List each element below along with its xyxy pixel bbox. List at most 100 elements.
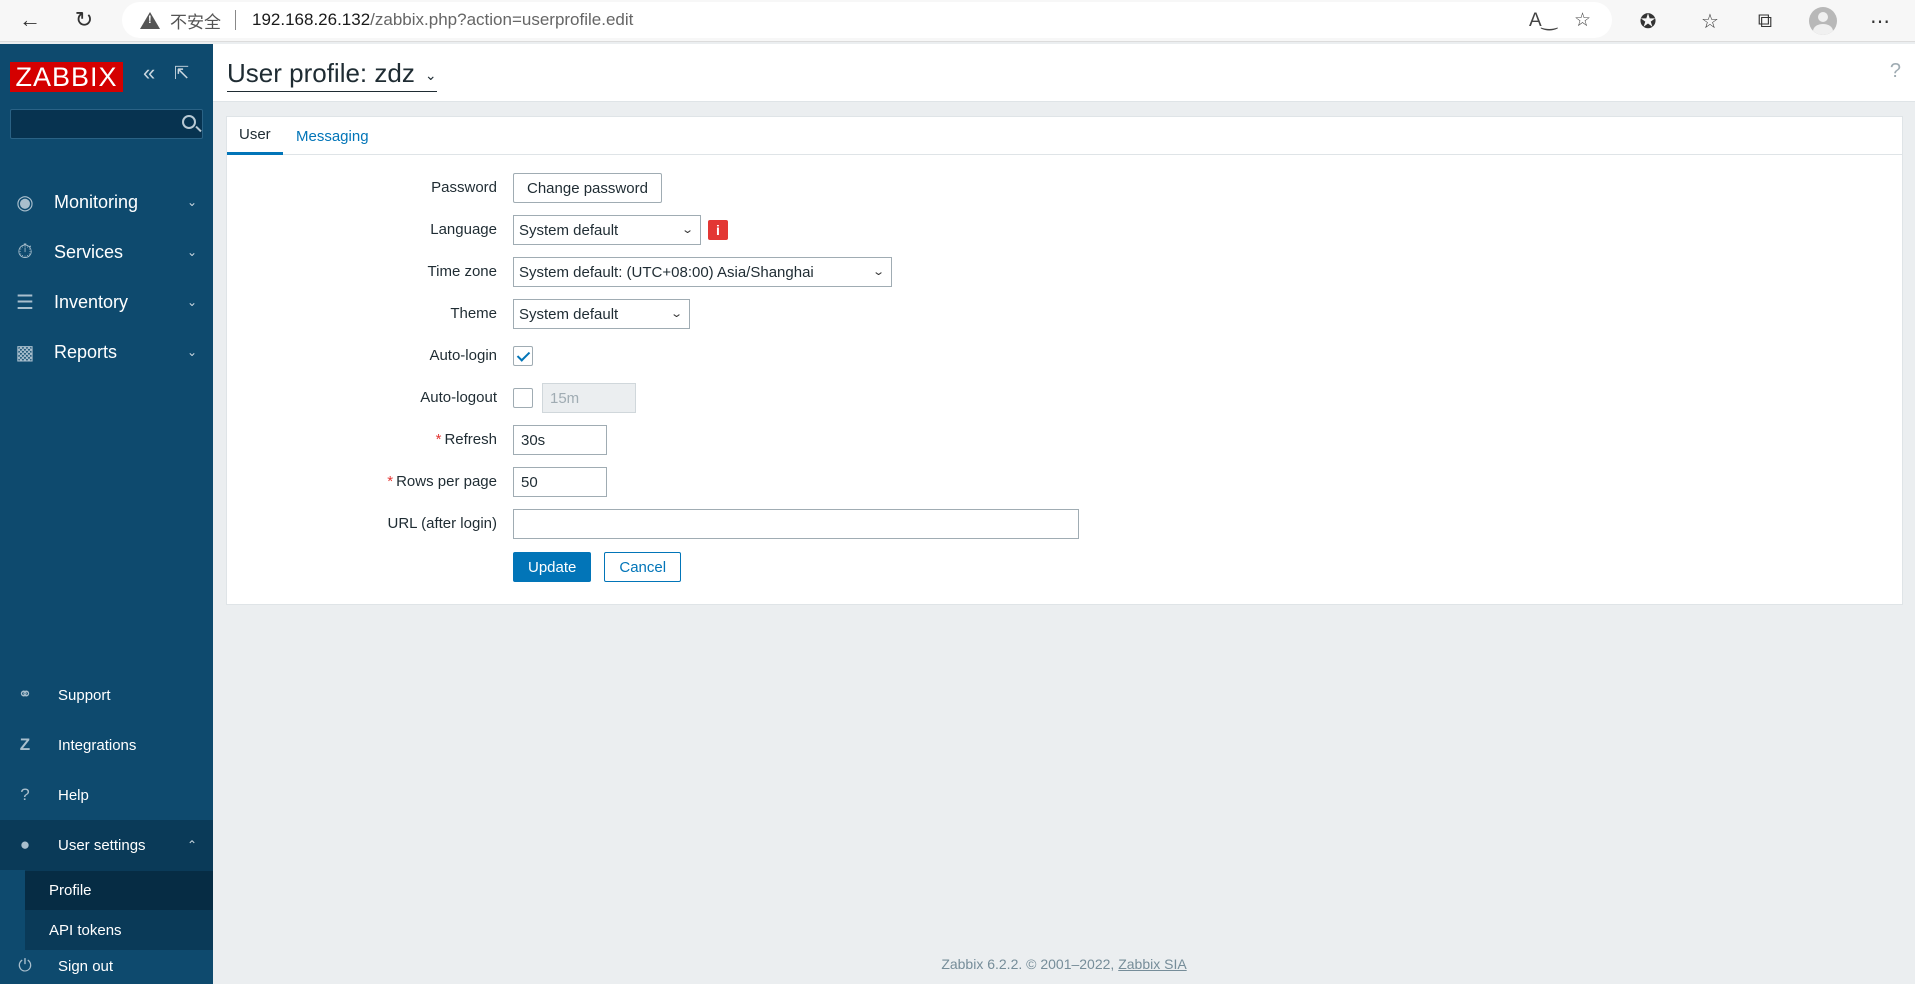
address-separator: [235, 10, 236, 30]
kiosk-mode-icon[interactable]: ⇱: [174, 63, 189, 84]
autologout-row: Auto-logout 15m: [227, 383, 1902, 413]
profile-form-panel: User Messaging Password Change password …: [226, 116, 1903, 605]
sidebar-item-monitoring[interactable]: ◉ Monitoring ⌄: [0, 177, 213, 227]
theme-select-value: System default: [519, 305, 619, 323]
refresh-row: * Refresh 30s: [227, 425, 1902, 455]
refresh-label: * Refresh: [436, 431, 497, 448]
language-select[interactable]: System default ⌄: [513, 215, 701, 245]
dropdown-arrow-icon: ⌄: [871, 266, 885, 278]
sidebar-item-sign-out[interactable]: ⏻ Sign out: [0, 946, 213, 984]
sidebar-item-integrations[interactable]: Z Integrations: [0, 720, 213, 770]
cancel-button[interactable]: Cancel: [604, 552, 682, 582]
question-icon: ?: [20, 785, 30, 804]
sidebar-item-label: Inventory: [54, 291, 129, 312]
language-select-value: System default: [519, 221, 619, 239]
form-actions: Update Cancel: [227, 552, 1902, 582]
sidebar-item-inventory[interactable]: ☰ Inventory ⌄: [0, 277, 213, 327]
help-icon[interactable]: ?: [1890, 60, 1901, 83]
sidebar-item-user-settings[interactable]: ● User settings ⌃: [0, 820, 213, 870]
page-title[interactable]: User profile: zdz ⌄: [227, 58, 437, 92]
autologout-input: 15m: [542, 383, 636, 413]
headset-icon: ⚭: [17, 685, 33, 704]
collections-icon[interactable]: ⧉: [1749, 5, 1781, 37]
user-icon: ●: [19, 835, 31, 854]
sidebar: ZABBIX « ⇱ ◉ Monitoring ⌄ ⏱ Services ⌄ ☰…: [0, 44, 213, 984]
theme-select[interactable]: System default ⌄: [513, 299, 690, 329]
chevron-down-icon: ⌄: [186, 345, 197, 359]
update-button[interactable]: Update: [513, 552, 592, 582]
back-arrow-icon[interactable]: ←: [12, 4, 48, 36]
list-icon: ☰: [16, 291, 34, 314]
favorites-icon[interactable]: ☆: [1694, 5, 1726, 37]
theme-label: Theme: [450, 305, 497, 322]
extensions-icon[interactable]: ✪: [1632, 5, 1664, 37]
sidebar-item-label: Sign out: [58, 957, 114, 975]
info-warning-icon[interactable]: i: [708, 220, 728, 240]
submenu-item-profile[interactable]: Profile: [25, 870, 213, 910]
dropdown-arrow-icon: ⌄: [669, 308, 683, 320]
address-bar[interactable]: 不安全 192.168.26.132 /zabbix.php?action=us…: [122, 2, 1612, 38]
read-aloud-icon[interactable]: A‿: [1529, 9, 1557, 32]
main-content: User profile: zdz ⌄ ? User Messaging Pas…: [213, 44, 1915, 984]
url-label: URL (after login): [387, 515, 497, 532]
rows-per-page-label-text: Rows per page: [396, 473, 497, 490]
refresh-input[interactable]: 30s: [513, 425, 607, 455]
autologin-checkbox[interactable]: [513, 346, 533, 366]
sidebar-item-label: Integrations: [58, 736, 137, 754]
sidebar-item-label: Help: [58, 786, 89, 804]
sidebar-search-input[interactable]: [10, 109, 203, 139]
tab-messaging[interactable]: Messaging: [284, 117, 381, 155]
rows-per-page-input[interactable]: 50: [513, 467, 607, 497]
dropdown-arrow-icon: ⌄: [680, 224, 694, 236]
sidebar-item-help[interactable]: ? Help: [0, 770, 213, 820]
rows-per-page-row: * Rows per page 50: [227, 467, 1902, 497]
tab-bar: User Messaging: [227, 117, 1902, 155]
security-label[interactable]: 不安全: [170, 8, 221, 33]
sidebar-item-label: Support: [58, 686, 111, 704]
change-password-button[interactable]: Change password: [513, 173, 662, 203]
zabbix-z-icon: Z: [19, 735, 31, 754]
language-row: Language System default ⌄ i: [227, 215, 1902, 245]
search-icon[interactable]: [182, 115, 196, 129]
chevron-down-icon: ⌄: [186, 295, 197, 309]
sidebar-item-services[interactable]: ⏱ Services ⌄: [0, 227, 213, 277]
autologin-row: Auto-login: [227, 341, 1902, 371]
url-input[interactable]: [513, 509, 1079, 539]
profile-icon[interactable]: [1807, 5, 1839, 37]
url-row: URL (after login): [227, 509, 1902, 539]
theme-row: Theme System default ⌄: [227, 299, 1902, 329]
sidebar-item-support[interactable]: ⚭ Support: [0, 670, 213, 720]
timezone-select-value: System default: (UTC+08:00) Asia/Shangha…: [519, 263, 814, 281]
autologin-label: Auto-login: [429, 347, 497, 364]
page-title-text: User profile: zdz: [227, 58, 415, 88]
collapse-sidebar-icon[interactable]: «: [143, 60, 155, 86]
footer-link[interactable]: Zabbix SIA: [1118, 956, 1186, 972]
zabbix-logo[interactable]: ZABBIX: [10, 62, 123, 92]
chevron-up-icon: ⌃: [186, 838, 197, 852]
submenu-item-label: API tokens: [49, 921, 122, 939]
footer: Zabbix 6.2.2. © 2001–2022, Zabbix SIA: [213, 956, 1915, 972]
footer-text: Zabbix 6.2.2. © 2001–2022,: [941, 956, 1115, 972]
password-row: Password Change password: [227, 173, 1902, 203]
submenu-item-label: Profile: [49, 882, 92, 899]
browser-toolbar: ← ↻ 不安全 192.168.26.132 /zabbix.php?actio…: [0, 0, 1915, 42]
chevron-down-icon: ⌄: [424, 67, 437, 83]
tab-user[interactable]: User: [227, 117, 283, 155]
sidebar-item-label: User settings: [58, 836, 146, 854]
rows-per-page-label: * Rows per page: [387, 473, 497, 490]
more-options-icon[interactable]: ⋯: [1864, 5, 1896, 37]
url-path: /zabbix.php?action=userprofile.edit: [370, 10, 634, 29]
timezone-label: Time zone: [427, 263, 497, 280]
reload-icon[interactable]: ↻: [66, 4, 102, 36]
autologout-checkbox[interactable]: [513, 388, 533, 408]
sidebar-item-label: Monitoring: [54, 191, 139, 212]
required-marker: *: [387, 473, 394, 490]
bar-chart-icon: ▩: [15, 341, 35, 364]
submenu-item-api-tokens[interactable]: API tokens: [25, 910, 213, 950]
timezone-row: Time zone System default: (UTC+08:00) As…: [227, 257, 1902, 287]
stopwatch-icon: ⏱: [17, 240, 33, 263]
sidebar-item-reports[interactable]: ▩ Reports ⌄: [0, 327, 213, 377]
add-favorite-icon[interactable]: ☆: [1574, 9, 1591, 32]
timezone-select[interactable]: System default: (UTC+08:00) Asia/Shangha…: [513, 257, 892, 287]
chevron-down-icon: ⌄: [186, 245, 197, 259]
